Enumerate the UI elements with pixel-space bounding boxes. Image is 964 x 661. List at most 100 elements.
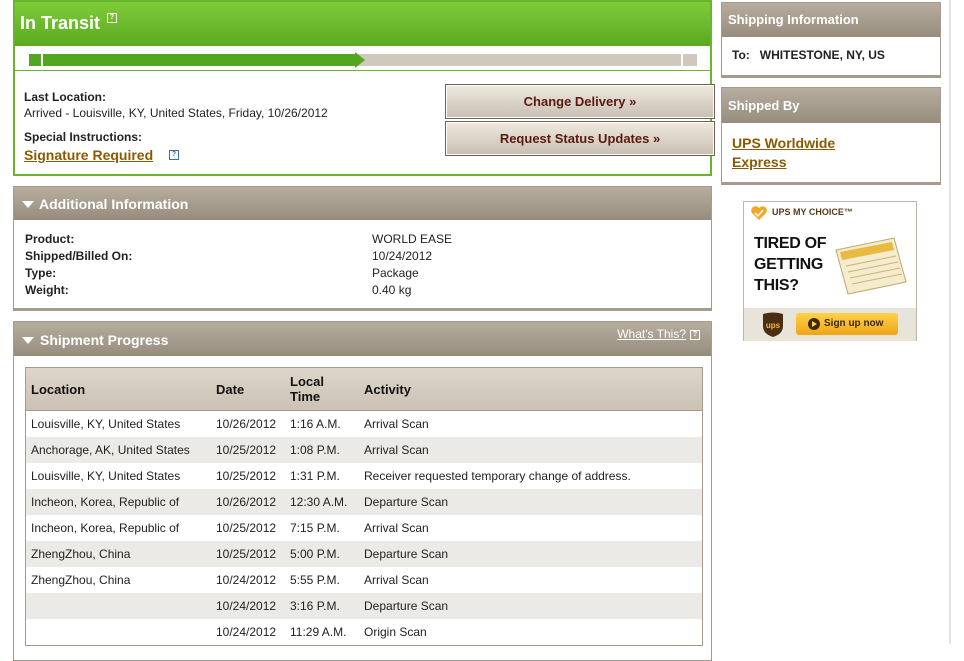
delivery-progress-bar [29,52,697,68]
ship-to: To: WHITESTONE, NY, US [732,48,885,62]
carrier-service-link[interactable]: UPS Worldwide Express [732,134,872,172]
product-value: WORLD EASE [372,232,453,246]
shipped-on-label: Shipped/Billed On: [25,249,133,263]
table-row: Louisville, KY, United States 10/25/2012 1… [26,463,702,489]
table-row: ZhengZhou, China 10/25/2012 5:00 P.M. Depar… [26,541,702,567]
product-label: Product: [25,232,75,246]
request-status-updates-button[interactable]: Request Status Updates » [445,121,715,156]
table-row: Anchorage, AK, United States 10/25/2012 1:… [26,437,702,463]
activity-cell: Departure Scan [364,495,449,509]
location-cell: Incheon, Korea, Republic of [31,521,180,535]
signature-required-link[interactable]: Signature Required [24,147,153,163]
activity-cell: Arrival Scan [364,573,429,587]
location-cell: ZhengZhou, China [31,547,131,561]
divider [15,70,710,71]
location-cell: Anchorage, AK, United States [31,443,190,457]
location-cell: ZhengZhou, China [31,573,131,587]
date-cell: 10/25/2012 [216,547,277,561]
activity-cell: Departure Scan [364,599,449,613]
ad-headline: TIRED OF GETTING THIS? [754,235,827,294]
progress-fill [29,54,355,66]
section-title: Shipment Progress [40,332,169,348]
table-row: Incheon, Korea, Republic of 10/26/2012 12:… [26,489,702,515]
shipment-progress-header[interactable]: Shipment Progress What's This? ? [14,322,711,356]
shipment-progress-table: Location Date Local Time Activity Louisvi… [25,367,703,646]
delivery-notice-icon [835,237,907,295]
activity-cell: Origin Scan [364,625,427,639]
date-cell: 10/25/2012 [216,469,277,483]
time-cell: 1:16 A.M. [290,417,341,431]
activity-cell: Arrival Scan [364,521,429,535]
date-cell: 10/25/2012 [216,521,277,535]
location-cell: Incheon, Korea, Republic of [31,495,180,509]
type-label: Type: [25,266,57,280]
date-cell: 10/24/2012 [216,599,277,613]
shipped-by-title: Shipped By [722,88,940,123]
help-icon[interactable]: ? [690,330,700,340]
date-cell: 10/24/2012 [216,625,277,639]
time-cell: 1:31 P.M. [290,469,340,483]
collapse-triangle-icon[interactable] [22,337,34,344]
column-header-date: Date [216,382,245,397]
activity-cell: Arrival Scan [364,443,429,457]
shipping-information-title: Shipping Information [722,3,940,37]
date-cell: 10/25/2012 [216,443,277,457]
shipment-progress-panel: Shipment Progress What's This? ? Locatio… [13,321,712,661]
time-cell: 5:55 P.M. [290,573,340,587]
page-divider [949,0,951,644]
time-cell: 1:08 P.M. [290,443,340,457]
to-value: WHITESTONE, NY, US [759,48,885,62]
ups-my-choice-ad[interactable]: UPS MY CHOICE™ TIRED OF GETTING THIS? up… [743,201,917,341]
date-cell: 10/24/2012 [216,573,277,587]
table-row: 10/24/2012 3:16 P.M. Departure Scan [26,593,702,619]
type-value: Package [372,266,419,280]
whats-this-link[interactable]: What's This? [617,327,686,341]
column-header-activity: Activity [364,382,411,397]
activity-cell: Receiver requested temporary change of a… [364,469,631,483]
status-header: In Transit ? [15,2,710,46]
ups-my-choice-heart-icon [751,206,767,220]
help-icon[interactable]: ? [169,150,179,160]
help-icon[interactable]: ? [107,13,117,23]
weight-value: 0.40 kg [372,283,412,297]
date-cell: 10/26/2012 [216,417,277,431]
table-row: ZhengZhou, China 10/24/2012 5:55 P.M. Arriv… [26,567,702,593]
table-body: Louisville, KY, United States 10/26/2012 1… [26,411,702,645]
last-location-value: Arrived - Louisville, KY, United States,… [24,106,328,120]
ups-shield-logo: ups [763,312,783,337]
weight-label: Weight: [25,283,69,297]
date-cell: 10/26/2012 [216,495,277,509]
table-row: 10/24/2012 11:29 A.M. Origin Scan [26,619,702,645]
section-title: Additional Information [39,196,189,212]
in-transit-panel: In Transit ? Last Location: Arrived - Lo… [13,0,715,176]
location-cell: Louisville, KY, United States [31,469,181,483]
table-header: Location Date Local Time Activity [26,368,702,411]
location-cell: Louisville, KY, United States [31,417,181,431]
activity-cell: Arrival Scan [364,417,429,431]
column-header-location: Location [31,382,86,397]
activity-cell: Departure Scan [364,547,449,561]
last-location-label: Last Location: [24,90,107,104]
time-cell: 5:00 P.M. [290,547,340,561]
collapse-triangle-icon[interactable] [22,201,34,208]
shipping-information-panel: Shipping Information To: WHITESTONE, NY,… [721,2,941,78]
progress-arrow-icon [355,52,365,68]
ups-logo-text: ups [766,321,781,330]
to-label: To: [732,48,750,62]
status-title: In Transit [20,13,101,33]
shipped-on-value: 10/24/2012 [372,249,433,263]
time-cell: 12:30 A.M. [290,495,348,509]
column-header-local-time: Local Time [290,374,324,404]
special-instructions-label: Special Instructions: [24,130,143,144]
table-row: Incheon, Korea, Republic of 10/25/2012 7:1… [26,515,702,541]
play-icon [808,318,820,330]
time-cell: 7:15 P.M. [290,521,340,535]
additional-information-panel: Additional Information Product: WORLD EA… [13,186,712,311]
additional-information-header[interactable]: Additional Information [14,187,711,220]
shipped-by-panel: Shipped By UPS Worldwide Express [721,87,941,185]
change-delivery-button[interactable]: Change Delivery » [445,84,715,119]
time-cell: 3:16 P.M. [290,599,340,613]
table-row: Louisville, KY, United States 10/26/2012 1… [26,411,702,437]
ad-brand: UPS MY CHOICE™ [772,207,853,217]
time-cell: 11:29 A.M. [290,625,347,639]
